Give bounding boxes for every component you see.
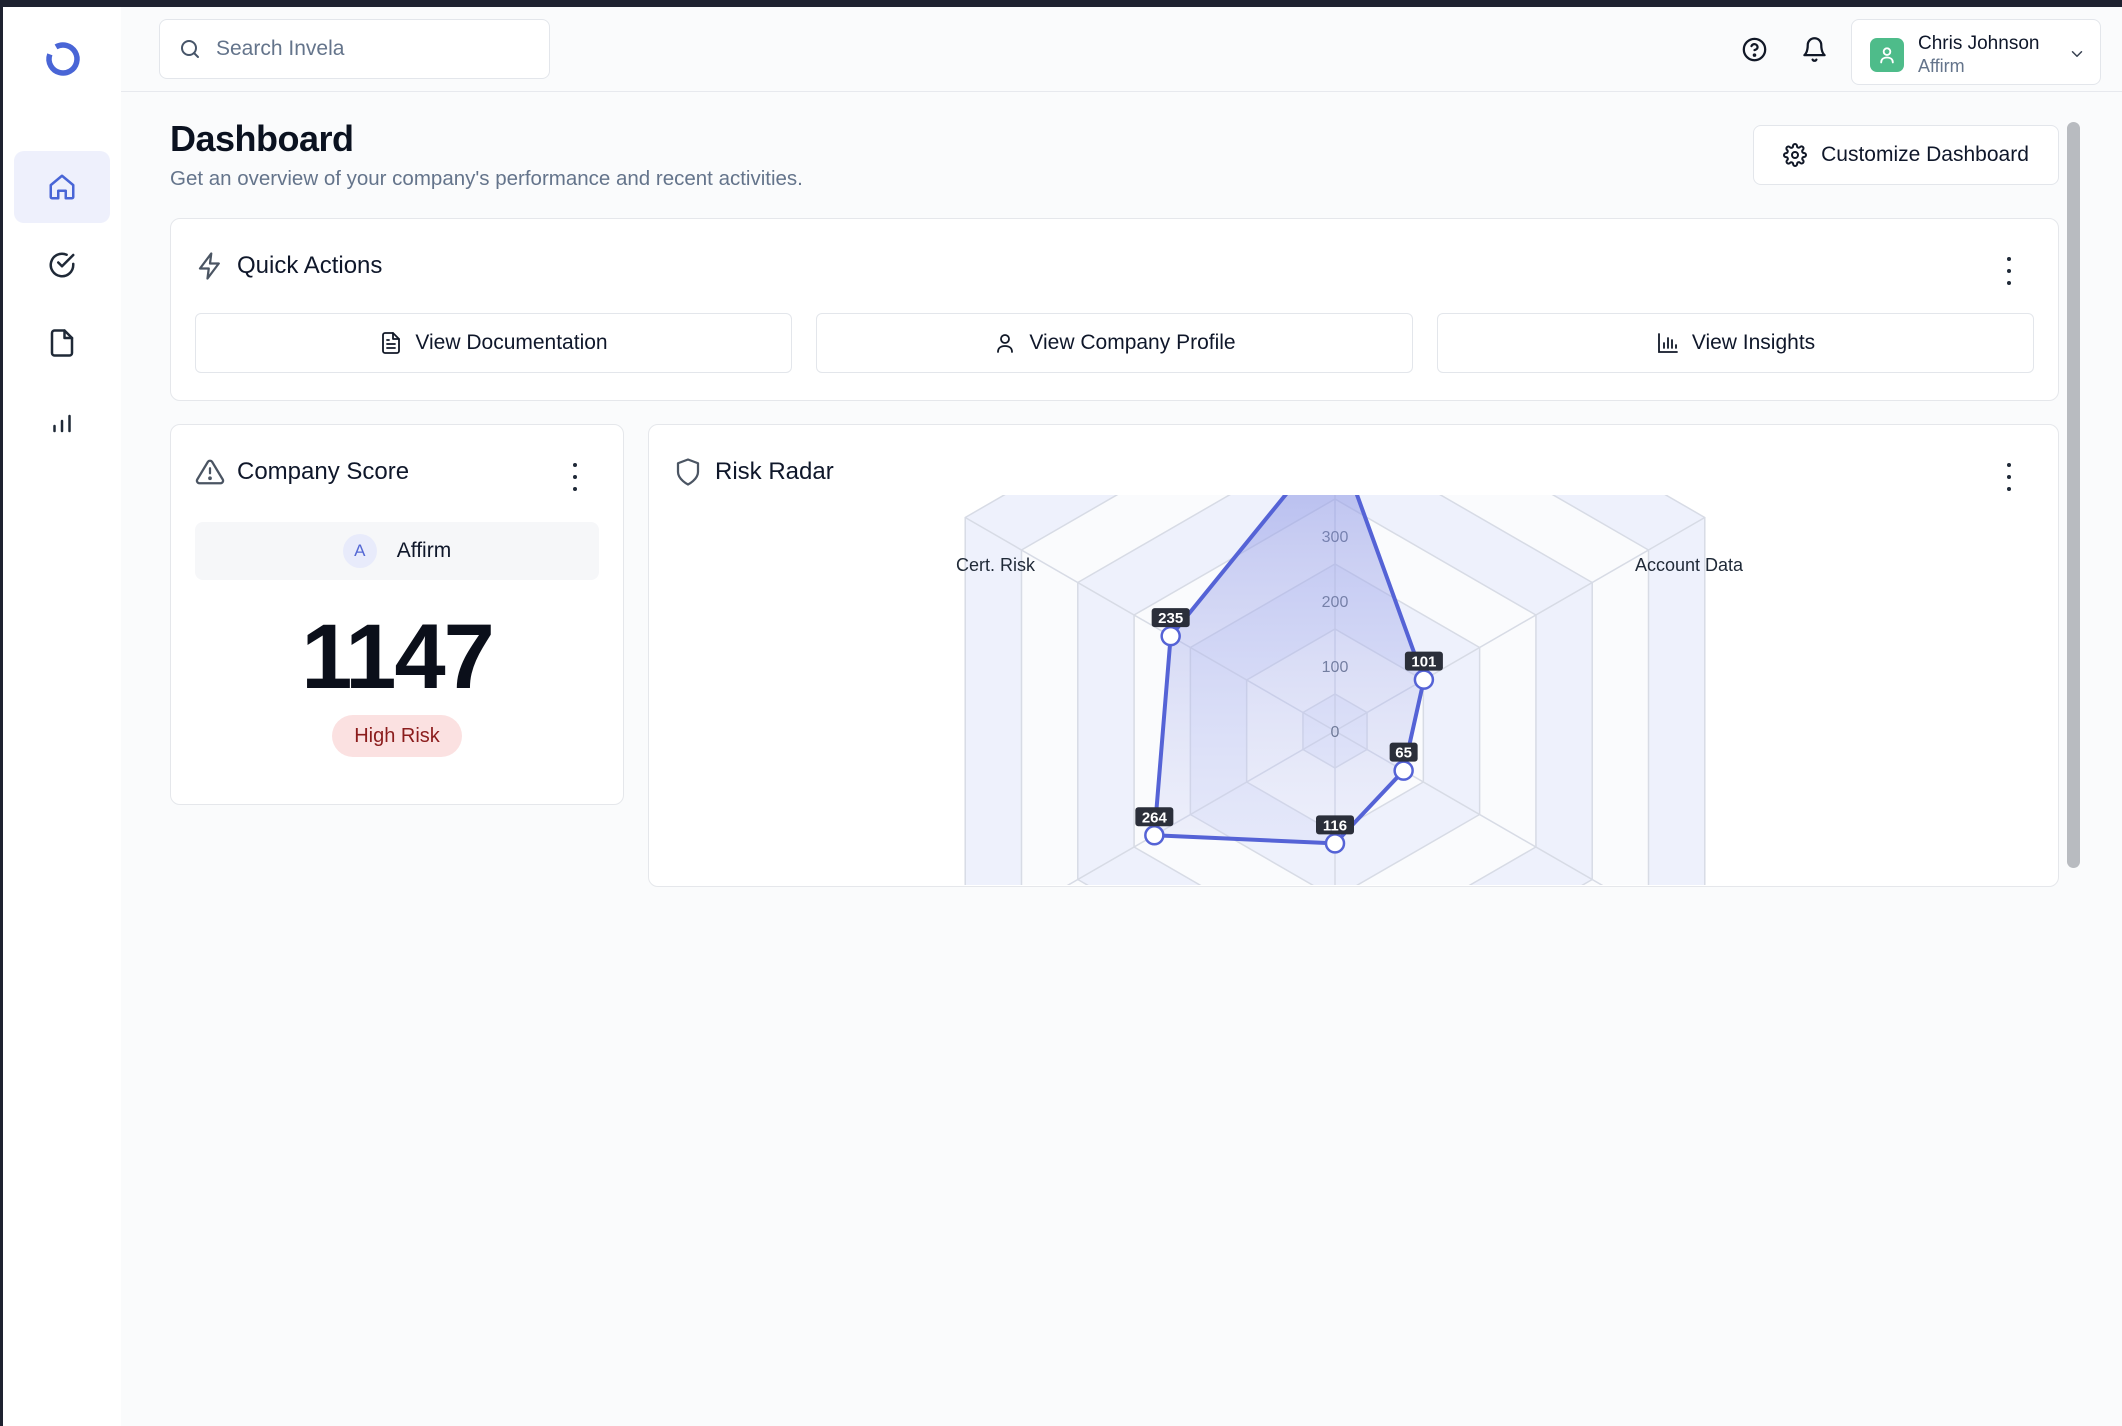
customize-dashboard-button[interactable]: Customize Dashboard <box>1753 125 2059 185</box>
radar-svg: 0100200300 23510165116264 Cert. RiskAcco… <box>923 495 1744 885</box>
radar-axis-label: Financial Risk <box>923 883 1036 885</box>
quick-actions-menu-button[interactable] <box>2004 257 2014 285</box>
company-score-menu-button[interactable] <box>570 463 580 491</box>
radar-point <box>1413 669 1435 690</box>
radar-value-label: 116 <box>1323 817 1347 834</box>
view-insights-label: View Insights <box>1691 331 1816 354</box>
radar-point <box>1324 833 1346 854</box>
company-score-value: 1147 <box>301 606 495 708</box>
avatar <box>1870 38 1904 72</box>
radar-point <box>1144 825 1165 846</box>
check-circle-icon <box>49 252 75 278</box>
company-avatar: A <box>342 534 377 568</box>
user-name: Chris Johnson <box>1918 33 2040 54</box>
risk-radar-header: Risk Radar <box>673 457 834 487</box>
view-company-profile-button[interactable]: View Company Profile <box>816 313 1413 373</box>
risk-radar-menu-button[interactable] <box>2004 463 2014 491</box>
sidebar-item-documents[interactable] <box>14 307 110 379</box>
radar-value-label: 65 <box>1395 745 1412 762</box>
radar-axis-label: Cert. Risk <box>956 555 1036 575</box>
view-documentation-label: View Documentation <box>415 331 608 354</box>
user-icon <box>997 334 1014 353</box>
sidebar-item-tasks[interactable] <box>14 229 110 301</box>
company-name: Affirm <box>396 539 452 562</box>
company-chip[interactable]: A Affirm <box>195 522 599 580</box>
home-icon <box>49 174 75 200</box>
company-score-header: Company Score <box>195 457 409 487</box>
page-title: Dashboard <box>170 118 354 159</box>
bar-chart-icon <box>1657 333 1678 353</box>
view-company-profile-label: View Company Profile <box>1029 331 1236 354</box>
company-score-title: Company Score <box>237 458 410 485</box>
quick-actions-title: Quick Actions <box>237 252 383 279</box>
view-documentation-button[interactable]: View Documentation <box>195 313 792 373</box>
sidebar <box>3 7 121 1426</box>
customize-dashboard-label: Customize Dashboard <box>1821 143 2029 166</box>
radar-value-label: 235 <box>1158 610 1183 627</box>
chevron-down-icon <box>2071 51 2083 57</box>
risk-radar-card: Risk Radar 0100200300 23510165116264 Cer… <box>648 424 2059 887</box>
shield-icon <box>676 458 700 486</box>
notifications-button[interactable] <box>1799 34 1829 64</box>
search-box[interactable] <box>159 19 550 79</box>
scrollbar-thumb[interactable] <box>2067 122 2080 868</box>
risk-radar-title: Risk Radar <box>715 458 834 485</box>
page-subtitle: Get an overview of your company's perfor… <box>170 167 803 190</box>
bar-chart-icon <box>53 414 71 433</box>
quick-actions-card: Quick Actions View Documentation View Co… <box>170 218 2059 401</box>
gear-icon <box>1783 143 1808 167</box>
document-icon <box>382 332 401 354</box>
radar-value-label: 264 <box>1142 809 1168 826</box>
radar-value-label: 101 <box>1411 654 1436 671</box>
search-input[interactable] <box>216 37 516 61</box>
sidebar-item-dashboard[interactable] <box>14 151 110 223</box>
user-company: Affirm <box>1918 56 1965 76</box>
help-circle-icon <box>1742 37 1766 61</box>
quick-actions-header: Quick Actions <box>195 251 382 281</box>
scrollbar[interactable] <box>2064 116 2082 886</box>
radar-point <box>1393 760 1414 781</box>
radar-axis-label: Account Data <box>1635 555 1744 575</box>
file-icon <box>50 329 74 357</box>
sidebar-item-insights[interactable] <box>14 385 110 457</box>
radar-axis-label: Security Risk <box>1635 883 1741 885</box>
risk-radar-chart: 0100200300 23510165116264 Cert. RiskAcco… <box>649 495 2059 885</box>
user-menu[interactable]: Chris Johnson Affirm <box>1851 19 2101 85</box>
invela-logo[interactable] <box>43 39 83 79</box>
bell-icon <box>1802 36 1826 62</box>
risk-level-badge: High Risk <box>332 715 462 757</box>
user-icon <box>1880 47 1894 64</box>
top-header: Chris Johnson Affirm <box>121 7 2122 92</box>
help-button[interactable] <box>1739 34 1769 64</box>
view-insights-button[interactable]: View Insights <box>1437 313 2034 373</box>
company-score-card: Company Score A Affirm 1147 High Risk <box>170 424 624 805</box>
lightning-icon <box>198 252 220 280</box>
search-icon <box>181 40 199 58</box>
alert-triangle-icon <box>195 459 225 485</box>
radar-point <box>1160 625 1181 647</box>
